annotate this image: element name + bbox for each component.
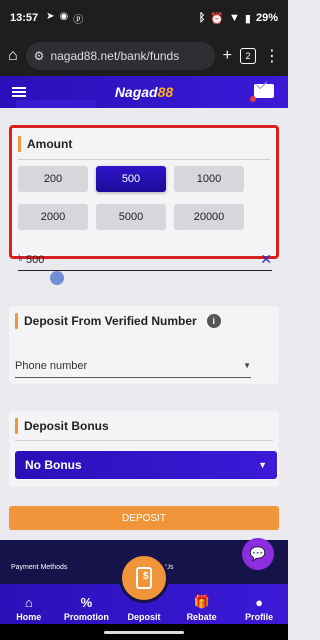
section-accent-bar <box>15 313 18 329</box>
amount-option-20000[interactable]: 20000 <box>174 204 244 230</box>
nav-home-label: Home <box>16 612 42 622</box>
profile-icon: ● <box>255 595 264 610</box>
nav-promotion-label: Promotion <box>63 612 109 622</box>
pinterest-icon: ⓟ <box>73 14 84 26</box>
bonus-select[interactable]: No Bonus ▼ <box>15 451 277 479</box>
battery-icon: ▮ <box>244 12 251 25</box>
nav-rebate-label: Rebate <box>186 612 217 622</box>
amount-option-5000[interactable]: 5000 <box>96 204 166 230</box>
gesture-bar <box>0 624 288 640</box>
nav-home[interactable]: ⌂ Home <box>0 584 58 624</box>
promotion-icon: % <box>80 595 93 610</box>
url-text: nagad88.net/bank/funds <box>50 49 180 63</box>
deposit-bonus-card: Deposit Bonus No Bonus ▼ <box>9 411 279 487</box>
new-tab-icon[interactable]: + <box>223 47 232 65</box>
amount-title-row: Amount <box>18 136 270 160</box>
browser-toolbar: ⌂ ⚙ nagad88.net/bank/funds + 2 ⋮ <box>0 36 288 76</box>
status-left-icons: ➤ ◉ ⓟ <box>46 11 83 26</box>
amount-option-200[interactable]: 200 <box>18 166 88 192</box>
telegram-icon: ◉ <box>59 10 69 22</box>
menu-icon[interactable] <box>12 87 26 97</box>
phone-number-select[interactable]: Phone number ▼ <box>15 354 251 378</box>
status-right-icons: ᛒ ⏰ ▼ ▮ 29% <box>199 12 278 25</box>
mail-icon[interactable] <box>250 84 274 102</box>
bonus-title-row: Deposit Bonus <box>15 418 273 441</box>
amount-option-500[interactable]: 500 <box>96 166 166 192</box>
bonus-title: Deposit Bonus <box>24 419 109 433</box>
notification-dot <box>250 96 256 102</box>
payment-methods-label: Payment Methods <box>11 564 68 571</box>
currency-symbol: ৳ <box>18 253 23 264</box>
home-icon[interactable]: ⌂ <box>8 47 18 65</box>
wifi-icon: ▼ <box>229 12 240 24</box>
amount-card: Amount 200 500 1000 2000 5000 20000 ৳ 50… <box>9 125 279 285</box>
home-icon: ⌂ <box>24 595 33 610</box>
nav-rebate[interactable]: 🎁 Rebate <box>173 584 231 624</box>
amount-value: 500 <box>25 253 45 266</box>
more-options-icon[interactable]: ⋮ <box>264 46 280 66</box>
gift-icon: 🎁 <box>193 594 210 609</box>
dropdown-caret-icon: ▼ <box>258 460 267 470</box>
nav-promotion[interactable]: % Promotion <box>58 584 116 624</box>
home-indicator[interactable] <box>104 631 184 634</box>
dropdown-caret-icon: ▼ <box>243 361 251 370</box>
address-bar[interactable]: ⚙ nagad88.net/bank/funds <box>25 42 215 70</box>
text-cursor-handle[interactable] <box>50 271 64 285</box>
bluetooth-icon: ᛒ <box>198 12 206 24</box>
phone-placeholder: Phone number <box>15 359 88 372</box>
site-logo[interactable]: Nagad88 <box>115 84 173 100</box>
chat-icon[interactable]: 💬 <box>242 538 274 570</box>
amount-input[interactable]: ৳ 500 ✕ <box>18 249 272 271</box>
battery-level: 29% <box>255 12 278 24</box>
status-time: 13:57 <box>10 12 39 24</box>
nav-deposit-label: Deposit <box>127 612 161 622</box>
status-bar: 13:57 ➤ ◉ ⓟ ᛒ ⏰ ▼ ▮ 29% <box>0 0 288 36</box>
amount-option-1000[interactable]: 1000 <box>174 166 244 192</box>
section-accent-bar <box>18 136 21 152</box>
amount-title: Amount <box>27 137 73 151</box>
deposit-button[interactable]: DEPOSIT <box>9 506 279 530</box>
verified-number-card: Deposit From Verified Number i Phone num… <box>9 306 279 384</box>
nav-profile[interactable]: ● Profile <box>230 584 288 624</box>
bonus-selected: No Bonus <box>25 458 82 472</box>
navigation-icon: ➤ <box>46 10 55 22</box>
info-icon[interactable]: i <box>206 314 221 328</box>
nav-profile-label: Profile <box>245 612 274 622</box>
tab-switcher-button[interactable]: 2 <box>240 48 256 64</box>
alarm-icon: ⏰ <box>210 12 225 25</box>
verified-title-row: Deposit From Verified Number i <box>15 313 273 329</box>
site-settings-icon[interactable]: ⚙ <box>34 49 45 63</box>
deposit-fab[interactable] <box>119 553 169 603</box>
tab-strip-partial <box>16 100 96 108</box>
deposit-icon <box>136 567 152 589</box>
section-accent-bar <box>15 418 18 434</box>
amount-option-2000[interactable]: 2000 <box>18 204 88 230</box>
verified-title: Deposit From Verified Number <box>24 314 197 328</box>
clear-icon[interactable]: ✕ <box>260 251 272 268</box>
